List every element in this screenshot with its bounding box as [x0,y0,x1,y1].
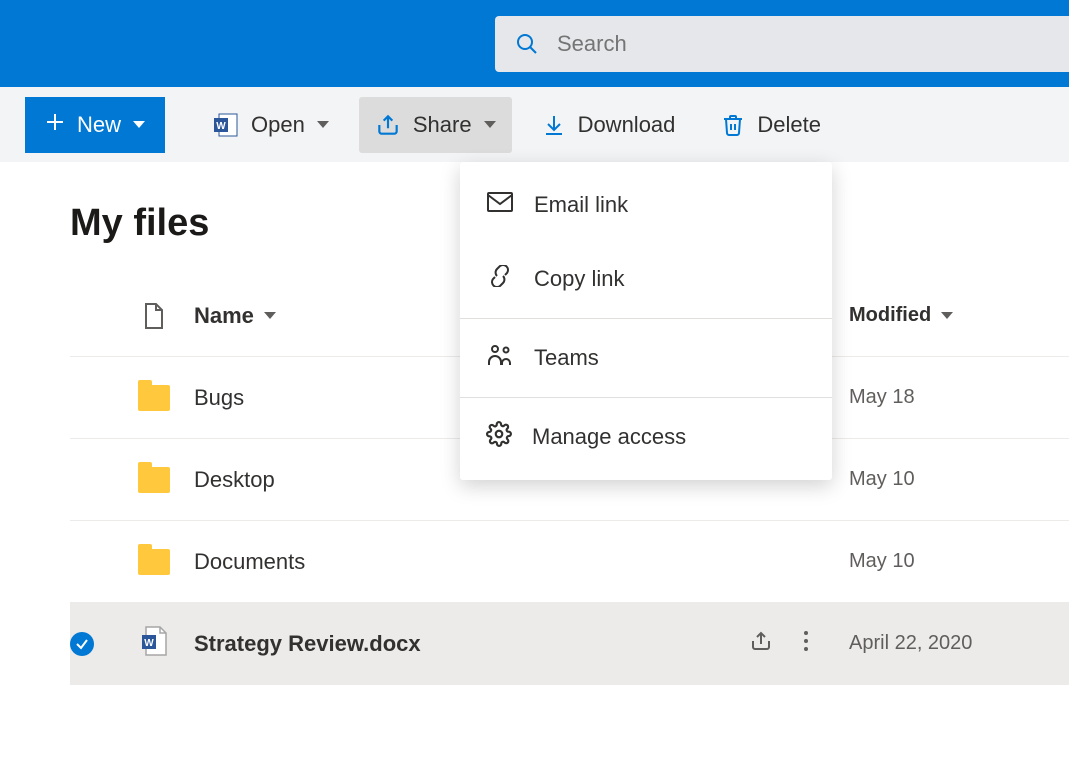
file-modified: April 22, 2020 [849,632,1069,655]
download-button[interactable]: Download [526,97,692,153]
chevron-down-icon [941,312,953,319]
teams-icon [486,343,514,373]
menu-separator [460,318,832,319]
search-icon [515,32,539,56]
file-name[interactable]: Strategy Review.docx [194,631,709,657]
menu-item-manage-access[interactable]: Manage access [460,400,832,474]
selected-check-icon[interactable] [70,632,94,656]
search-input[interactable] [557,31,1049,57]
filetype-column-icon[interactable] [114,302,194,330]
delete-label: Delete [757,112,821,138]
menu-item-teams[interactable]: Teams [460,321,832,395]
share-label: Share [413,112,472,138]
chevron-down-icon [133,121,145,128]
word-file-icon: W [140,625,168,663]
new-label: New [77,112,121,138]
open-label: Open [251,112,305,138]
chevron-down-icon [317,121,329,128]
svg-text:W: W [216,121,226,132]
menu-item-email-link[interactable]: Email link [460,168,832,242]
row-share-icon[interactable] [749,629,773,659]
new-button[interactable]: New [25,97,165,153]
table-row[interactable]: Documents May 10 [70,521,1069,603]
folder-icon [138,467,170,493]
file-name[interactable]: Documents [194,549,709,575]
file-modified: May 10 [849,468,1069,491]
chevron-down-icon [484,121,496,128]
share-icon [375,112,401,138]
row-more-icon[interactable] [803,629,809,659]
chevron-down-icon [264,312,276,319]
trash-icon [721,113,745,137]
menu-item-copy-link[interactable]: Copy link [460,242,832,316]
menu-separator [460,397,832,398]
toolbar: New W Open Share Download Delete [0,87,1069,162]
word-icon: W [213,112,239,138]
table-row[interactable]: W Strategy Review.docx April 22, 2020 [70,603,1069,685]
download-label: Download [578,112,676,138]
share-button[interactable]: Share [359,97,512,153]
open-button[interactable]: W Open [197,97,345,153]
search-box[interactable] [495,16,1069,72]
file-modified: May 10 [849,550,1069,573]
gear-icon [486,421,512,453]
delete-button[interactable]: Delete [705,97,837,153]
file-modified: May 18 [849,386,1069,409]
download-icon [542,113,566,137]
mail-icon [486,191,514,219]
share-dropdown-menu: Email link Copy link Teams Manage access [460,162,832,480]
app-header [0,0,1069,87]
link-icon [486,265,514,293]
modified-column-header[interactable]: Modified [849,304,1069,327]
plus-icon [45,112,65,138]
svg-text:W: W [144,638,154,649]
folder-icon [138,549,170,575]
folder-icon [138,385,170,411]
